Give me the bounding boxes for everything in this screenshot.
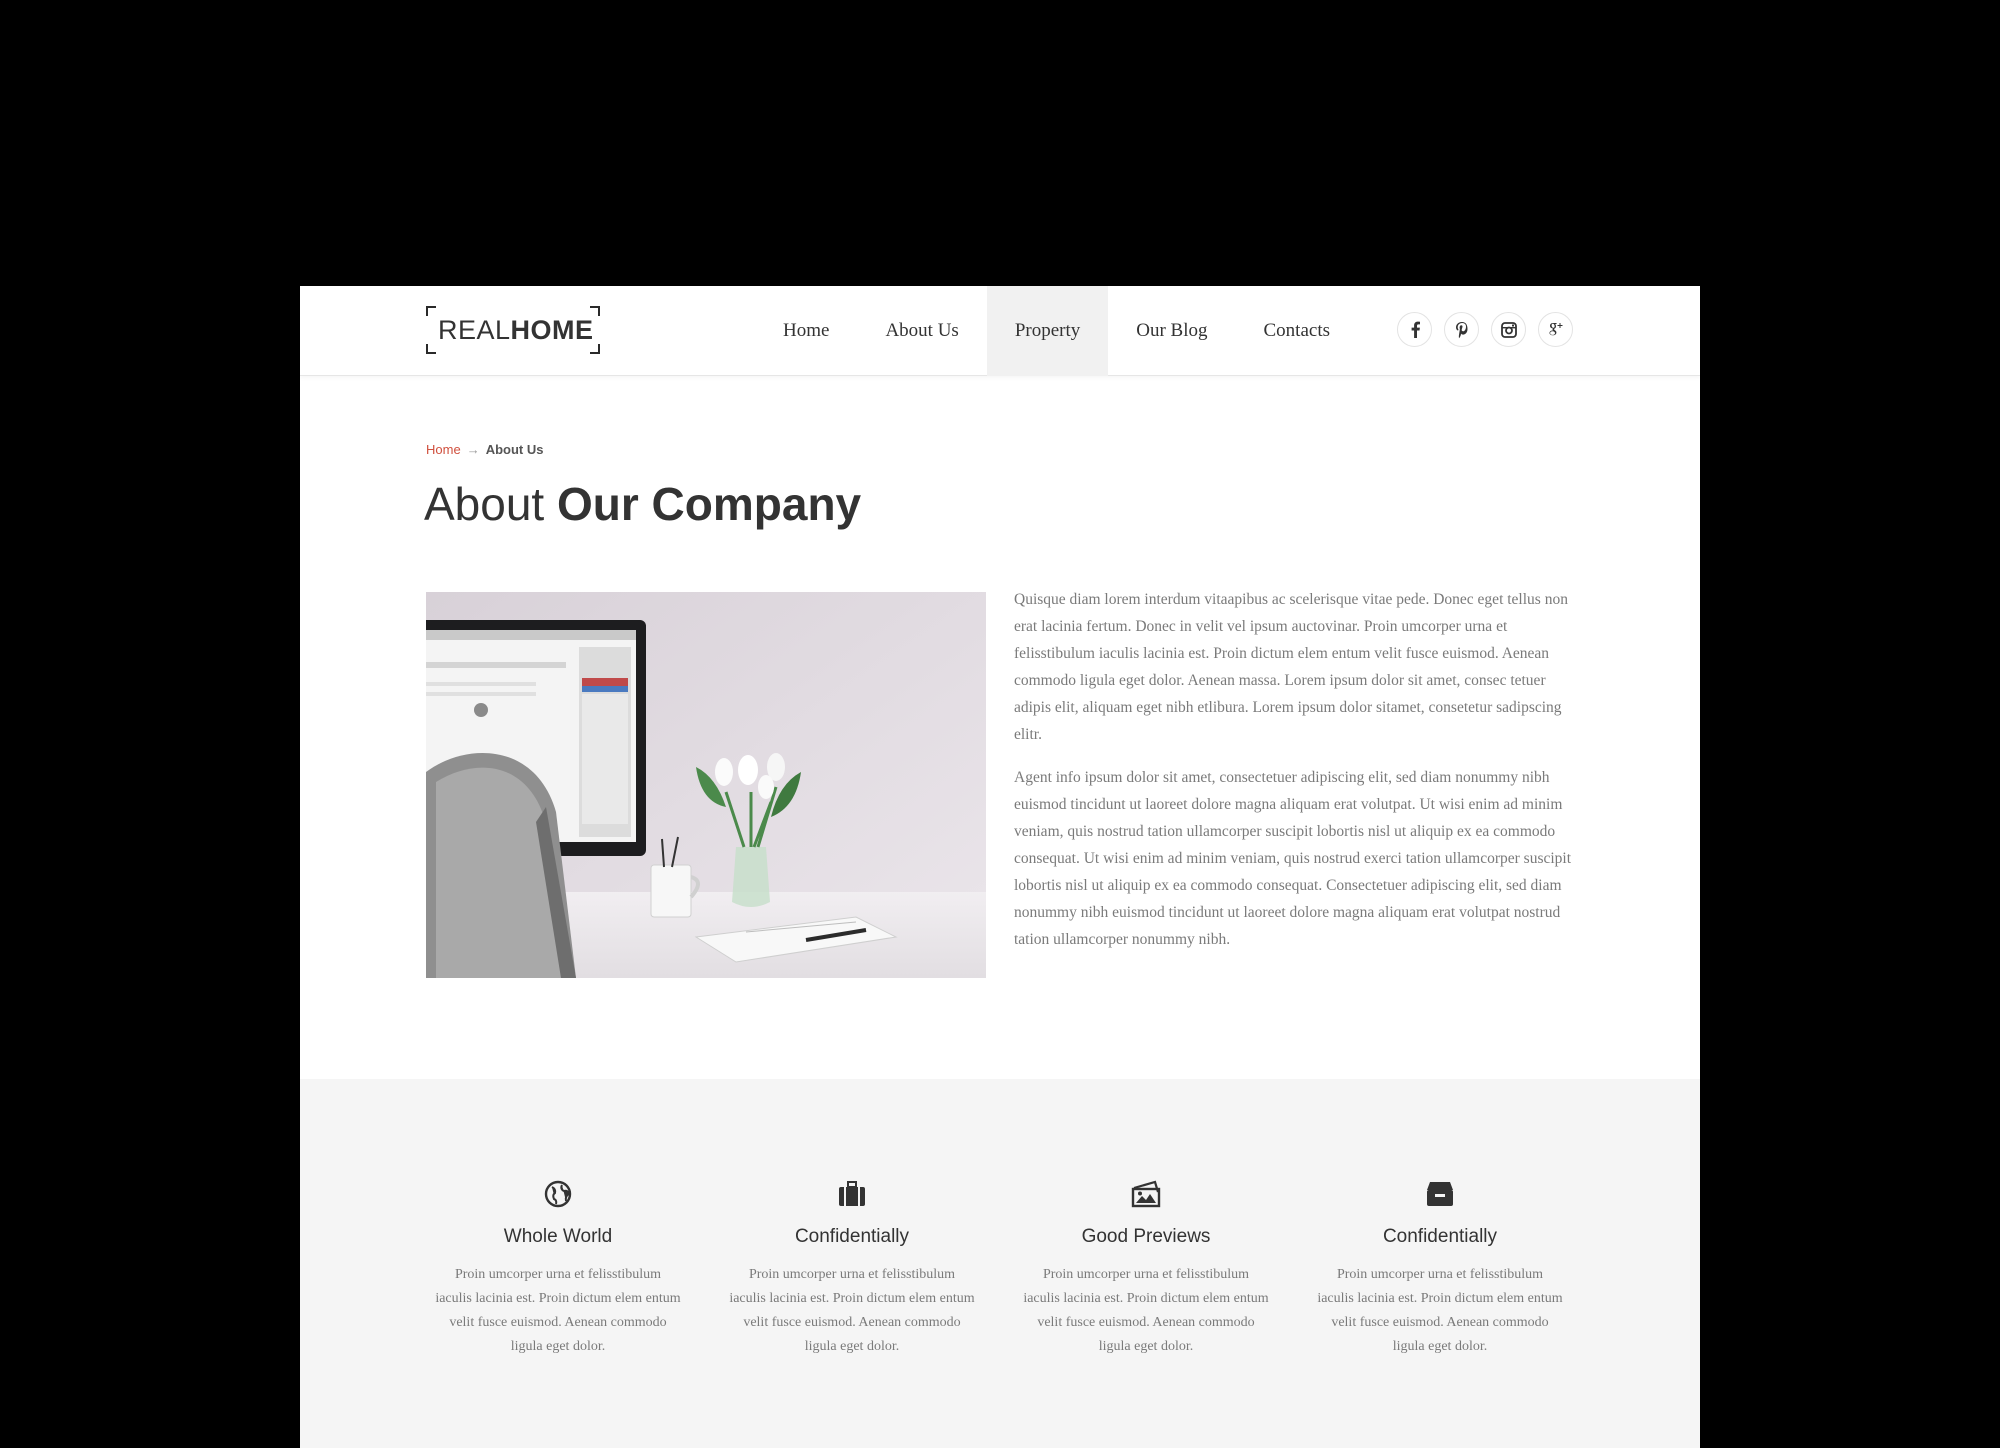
google-plus-icon[interactable] [1538, 312, 1573, 347]
nav-about-us[interactable]: About Us [857, 286, 986, 376]
logo-bracket [426, 344, 436, 354]
feature-text: Proin umcorper urna et felisstibulum iac… [729, 1267, 975, 1354]
feature-title: Confidentially [1382, 1226, 1498, 1247]
feature-title: Good Previews [1081, 1226, 1211, 1247]
feature-item: Whole World Proin umcorper urna et felis… [435, 1177, 681, 1359]
social-links [1397, 312, 1573, 347]
logo-text-bold: HOME [510, 315, 594, 345]
logo-bracket [426, 306, 436, 316]
features-band: Whole World Proin umcorper urna et felis… [300, 1079, 1700, 1448]
nav-property[interactable]: Property [986, 286, 1109, 376]
office-desk-photo [426, 592, 986, 978]
feature-item: Good Previews Proin umcorper urna et fel… [1023, 1177, 1269, 1359]
logo[interactable]: REALHOME [426, 306, 600, 354]
instagram-icon[interactable] [1491, 312, 1526, 347]
breadcrumb-current: About Us [485, 442, 544, 457]
nav-home[interactable]: Home [755, 286, 857, 376]
pinterest-icon[interactable] [1444, 312, 1479, 347]
about-paragraph: Agent info ipsum dolor sit amet, consect… [1014, 769, 1572, 948]
archive-icon [1317, 1177, 1563, 1211]
site-header: REALHOME Home About Us Property Our Blog… [300, 286, 1700, 376]
briefcase-icon [729, 1177, 975, 1211]
page: REALHOME Home About Us Property Our Blog… [300, 286, 1700, 1448]
nav-contacts[interactable]: Contacts [1236, 286, 1359, 376]
breadcrumb-home-link[interactable]: Home [426, 442, 461, 457]
feature-text: Proin umcorper urna et felisstibulum iac… [435, 1267, 681, 1354]
feature-title: Confidentially [794, 1226, 910, 1247]
breadcrumb: Home → About Us [426, 442, 543, 457]
page-title-bold: Our Company [557, 478, 862, 530]
page-title-light: About [424, 478, 545, 530]
feature-text: Proin umcorper urna et felisstibulum iac… [1317, 1267, 1563, 1354]
about-paragraph: Quisque diam lorem interdum vitaapibus a… [1014, 591, 1568, 743]
globe-icon [435, 1177, 681, 1211]
feature-title: Whole World [503, 1226, 613, 1247]
page-title: About Our Company [424, 476, 861, 532]
logo-text-light: REAL [438, 315, 511, 345]
pictures-icon [1023, 1177, 1269, 1211]
breadcrumb-separator: → [466, 442, 480, 457]
feature-item: Confidentially Proin umcorper urna et fe… [1317, 1177, 1563, 1359]
facebook-icon[interactable] [1397, 312, 1432, 347]
main-nav: Home About Us Property Our Blog Contacts [755, 286, 1358, 376]
feature-text: Proin umcorper urna et felisstibulum iac… [1023, 1267, 1269, 1354]
feature-item: Confidentially Proin umcorper urna et fe… [729, 1177, 975, 1359]
nav-our-blog[interactable]: Our Blog [1108, 286, 1235, 376]
logo-text: REALHOME [438, 314, 594, 346]
about-text: Quisque diam lorem interdum vitaapibus a… [1014, 586, 1576, 969]
